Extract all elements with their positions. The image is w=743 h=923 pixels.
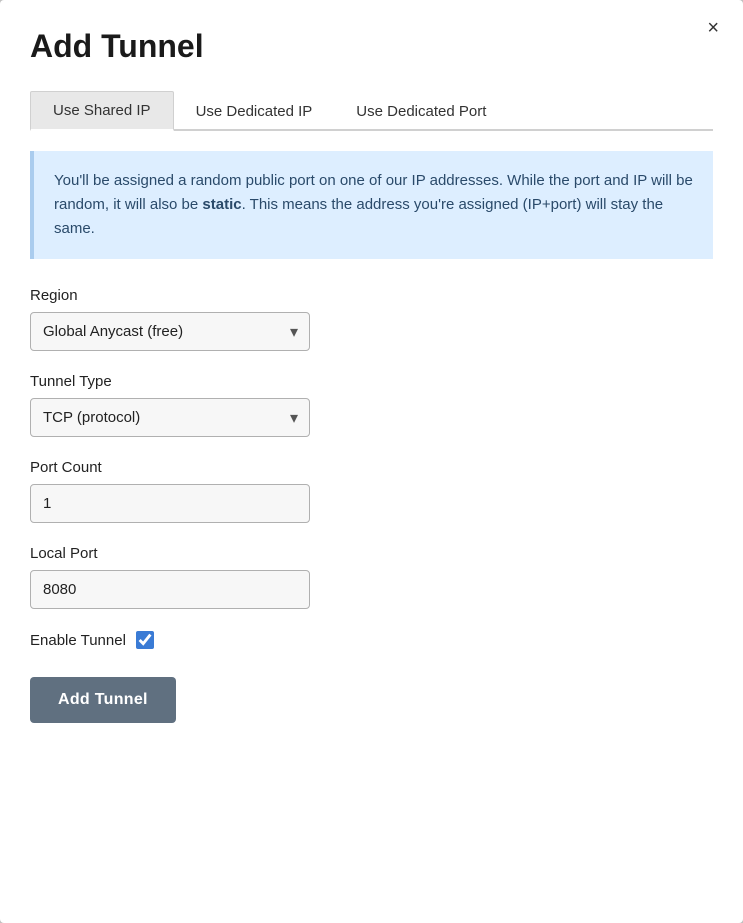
region-group: Region Global Anycast (free) US East US … [30, 287, 713, 351]
enable-tunnel-label: Enable Tunnel [30, 632, 126, 649]
info-box: You'll be assigned a random public port … [30, 151, 713, 259]
tab-bar: Use Shared IP Use Dedicated IP Use Dedic… [30, 89, 713, 131]
tab-dedicated-port[interactable]: Use Dedicated Port [334, 91, 508, 131]
region-select[interactable]: Global Anycast (free) US East US West EU… [30, 312, 310, 351]
tab-dedicated-ip[interactable]: Use Dedicated IP [174, 91, 335, 131]
local-port-label: Local Port [30, 545, 713, 562]
port-count-input[interactable] [30, 484, 310, 523]
tunnel-type-select-wrapper: TCP (protocol) UDP (protocol) HTTP HTTPS [30, 398, 310, 437]
local-port-group: Local Port [30, 545, 713, 609]
modal-container: × Add Tunnel Use Shared IP Use Dedicated… [0, 0, 743, 923]
tunnel-type-label: Tunnel Type [30, 373, 713, 390]
close-button[interactable]: × [701, 14, 725, 42]
add-tunnel-button[interactable]: Add Tunnel [30, 677, 176, 723]
region-label: Region [30, 287, 713, 304]
local-port-input[interactable] [30, 570, 310, 609]
tab-shared-ip[interactable]: Use Shared IP [30, 91, 174, 131]
modal-title: Add Tunnel [30, 28, 713, 65]
tunnel-type-select[interactable]: TCP (protocol) UDP (protocol) HTTP HTTPS [30, 398, 310, 437]
enable-tunnel-checkbox[interactable] [136, 631, 154, 649]
info-text-bold: static [202, 196, 241, 213]
enable-tunnel-row: Enable Tunnel [30, 631, 713, 649]
port-count-label: Port Count [30, 459, 713, 476]
port-count-group: Port Count [30, 459, 713, 523]
tunnel-type-group: Tunnel Type TCP (protocol) UDP (protocol… [30, 373, 713, 437]
region-select-wrapper: Global Anycast (free) US East US West EU… [30, 312, 310, 351]
